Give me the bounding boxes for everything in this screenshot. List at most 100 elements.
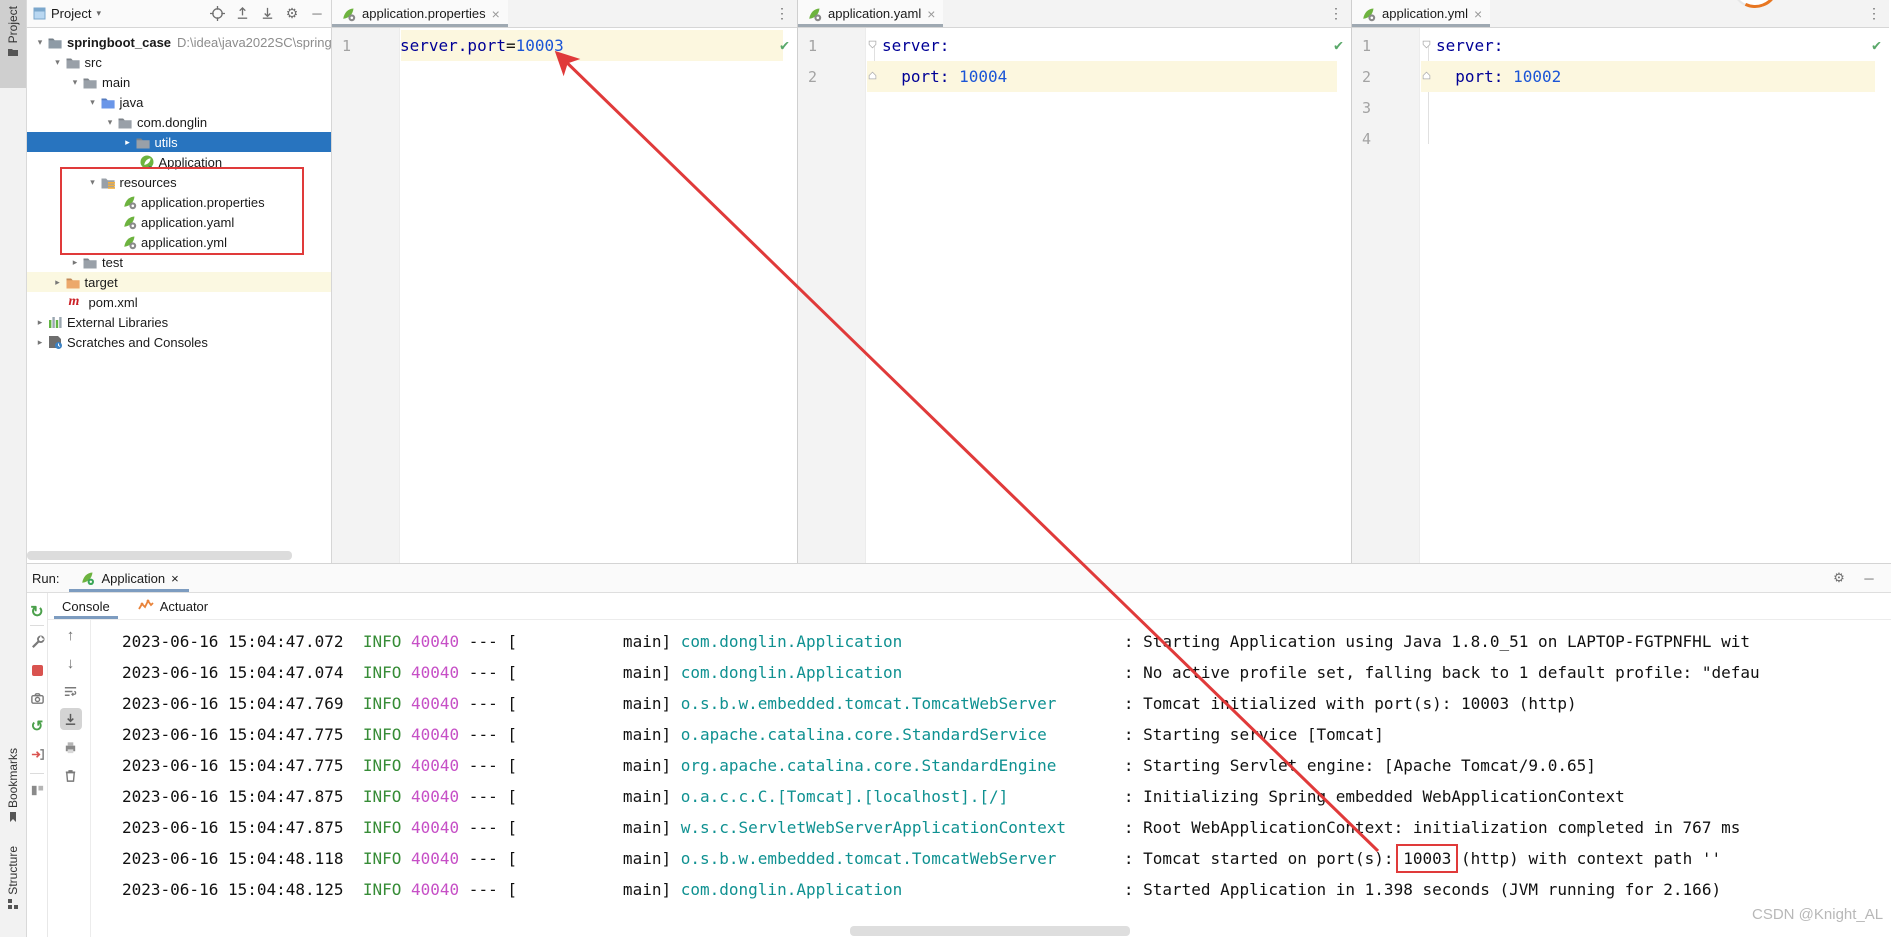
print-button[interactable] — [60, 736, 82, 758]
collapse-all-icon[interactable] — [259, 6, 275, 22]
chevron-collapsed-icon[interactable]: ▸ — [51, 277, 65, 288]
fold-marker-icon[interactable] — [866, 71, 882, 83]
editor-line[interactable]: 4 — [1352, 123, 1889, 154]
run-configuration-tab[interactable]: Application × — [69, 564, 189, 592]
tree-item-application-properties[interactable]: application.properties — [27, 192, 331, 212]
tree-item-utils[interactable]: ▸ utils — [27, 132, 331, 152]
console-output[interactable]: 2023-06-16 15:04:47.072 INFO 40040 --- [… — [92, 620, 1891, 925]
chevron-expanded-icon[interactable]: ▾ — [86, 97, 100, 108]
log-timestamp: 2023-06-16 15:04:47.875 — [122, 787, 344, 806]
close-icon[interactable]: × — [171, 571, 179, 586]
editor-pane-application-properties: application.properties × ⋮ 1 server.port… — [332, 0, 798, 563]
layout-button[interactable] — [26, 779, 48, 801]
inspections-ok-icon[interactable]: ✔ — [1872, 36, 1881, 54]
stripe-tab-bookmarks[interactable]: Bookmarks — [0, 742, 26, 823]
fold-marker-icon[interactable] — [1420, 40, 1436, 52]
detach-button[interactable] — [26, 743, 48, 765]
tree-item-label: src — [84, 54, 102, 70]
locate-icon[interactable] — [209, 6, 225, 22]
tree-item-test[interactable]: ▸ test — [27, 252, 331, 272]
log-message-part: (http) with context path '' — [1451, 849, 1722, 868]
log-message: Starting service [Tomcat] — [1143, 725, 1384, 744]
kebab-menu-icon[interactable]: ⋮ — [1859, 5, 1889, 22]
tree-item-java[interactable]: ▾ java — [27, 92, 331, 112]
editor-tab-application-properties[interactable]: application.properties × — [332, 0, 508, 27]
inspections-ok-icon[interactable]: ✔ — [1334, 36, 1343, 54]
inspections-ok-icon[interactable]: ✔ — [780, 36, 789, 54]
chevron-collapsed-icon[interactable]: ▸ — [121, 137, 135, 148]
chevron-collapsed-icon[interactable]: ▸ — [33, 337, 47, 348]
expand-all-icon[interactable] — [234, 6, 250, 22]
tree-item-external-libraries[interactable]: ▸ External Libraries — [27, 312, 331, 332]
log-logger: w.s.c.ServletWebServerApplicationContext — [680, 818, 1067, 837]
editor-content[interactable]: 1 server: 2 port: 10002 3 4 ✔ — [1352, 28, 1889, 563]
log-logger: com.donglin.Application — [680, 880, 903, 899]
tree-item-src[interactable]: ▾ src — [27, 52, 331, 72]
chevron-expanded-icon[interactable]: ▾ — [103, 117, 117, 128]
chevron-expanded-icon[interactable]: ▾ — [33, 37, 47, 48]
chevron-collapsed-icon[interactable]: ▸ — [33, 317, 47, 328]
build-settings-button[interactable] — [26, 631, 48, 653]
fold-marker-icon[interactable] — [1420, 71, 1436, 83]
editor-pane-application-yaml: application.yaml × ⋮ 1 server: 2 port: 1… — [798, 0, 1352, 563]
editor-tab-application-yml[interactable]: application.yml × — [1352, 0, 1491, 27]
tree-item-springboot-case[interactable]: ▾ springboot_case D:\idea\java2022SC\sprin… — [27, 32, 331, 52]
line-number: 1 — [808, 36, 818, 55]
fold-marker-icon[interactable] — [866, 40, 882, 52]
chevron-expanded-icon[interactable]: ▾ — [86, 177, 100, 188]
project-view-selector[interactable]: Project ▾ — [33, 6, 101, 21]
stripe-tab-project[interactable]: Project — [0, 0, 26, 88]
stop-button[interactable] — [26, 659, 48, 681]
soft-wrap-button[interactable] — [60, 680, 82, 702]
thread-dump-button[interactable] — [26, 687, 48, 709]
chevron-collapsed-icon[interactable]: ▸ — [68, 257, 82, 268]
hide-icon[interactable]: ─ — [1861, 570, 1877, 586]
console-horizontal-scrollbar[interactable] — [850, 926, 1130, 936]
editor-line[interactable]: 2 port: 10002 — [1352, 61, 1889, 92]
close-icon[interactable]: × — [927, 6, 935, 22]
rerun-button[interactable]: ↻ — [26, 601, 48, 623]
tree-item-label: Application — [158, 154, 223, 170]
tree-item-application-yaml[interactable]: application.yaml — [27, 212, 331, 232]
settings-icon[interactable]: ⚙ — [284, 5, 300, 22]
kebab-menu-icon[interactable]: ⋮ — [1321, 5, 1351, 22]
chevron-expanded-icon[interactable]: ▾ — [51, 57, 65, 68]
tree-item-application-yml[interactable]: application.yml — [27, 232, 331, 252]
run-tab-actuator[interactable]: Actuator — [124, 593, 222, 619]
log-pid: 40040 — [411, 694, 460, 713]
tree-item-com-donglin[interactable]: ▾ com.donglin — [27, 112, 331, 132]
scroll-to-end-button[interactable] — [59, 708, 82, 730]
tree-item-resources[interactable]: ▾ resources — [27, 172, 331, 192]
tree-item-application[interactable]: Application — [27, 152, 331, 172]
gear-icon[interactable]: ⚙ — [1831, 570, 1847, 586]
editor-line[interactable]: 1 server.port=10003 — [332, 30, 797, 61]
log-level: INFO — [362, 725, 402, 744]
editor-line[interactable]: 1 server: — [1352, 30, 1889, 61]
stripe-tab-structure[interactable]: Structure — [0, 840, 26, 920]
editor-line[interactable]: 3 — [1352, 92, 1889, 123]
editor-line[interactable]: 2 port: 10004 — [798, 61, 1351, 92]
editor-line[interactable]: 1 server: — [798, 30, 1351, 61]
kebab-menu-icon[interactable]: ⋮ — [767, 5, 797, 22]
tree-item-scratches-and-consoles[interactable]: ▸ Scratches and Consoles — [27, 332, 331, 352]
run-tab-console[interactable]: Console — [48, 593, 124, 619]
console-log-line: 2023-06-16 15:04:47.074 INFO 40040 --- [… — [122, 657, 1891, 688]
tree-item-target[interactable]: ▸ target — [27, 272, 331, 292]
hide-icon[interactable]: ─ — [309, 6, 325, 22]
run-header: Run: Application × ⚙ ─ — [27, 564, 1891, 593]
tree-item-main[interactable]: ▾ main — [27, 72, 331, 92]
project-horizontal-scrollbar[interactable] — [27, 551, 292, 560]
tree-item-pom-xml[interactable]: m pom.xml — [27, 292, 331, 312]
up-stack-button[interactable]: ↑ — [60, 624, 82, 646]
close-icon[interactable]: × — [492, 6, 500, 22]
down-stack-button[interactable]: ↓ — [60, 652, 82, 674]
close-icon[interactable]: × — [1474, 6, 1482, 22]
clear-all-button[interactable] — [60, 764, 82, 786]
editor-tab-bar: application.yml × ⋮ — [1352, 0, 1889, 28]
editor-content[interactable]: 1 server: 2 port: 10004 ✔ — [798, 28, 1351, 563]
rerun-springboot-button[interactable]: ↺ — [26, 715, 48, 737]
editor-tab-application-yaml[interactable]: application.yaml × — [798, 0, 944, 27]
log-message-part: Tomcat started on port(s): — [1143, 849, 1404, 868]
chevron-expanded-icon[interactable]: ▾ — [68, 77, 82, 88]
editor-content[interactable]: 1 server.port=10003 ✔ — [332, 28, 797, 563]
